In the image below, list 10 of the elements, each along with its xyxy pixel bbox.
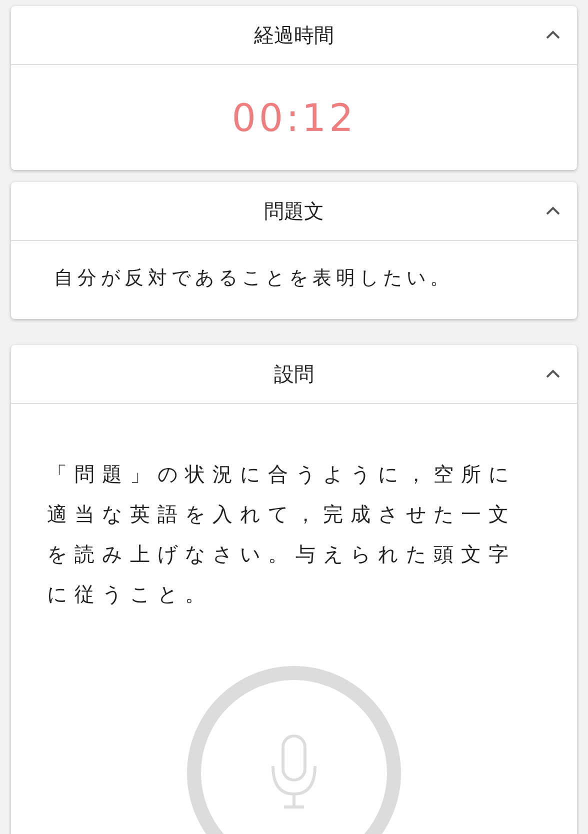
- chevron-up-icon: [545, 206, 561, 216]
- panel-title: 経過時間: [254, 22, 334, 48]
- panel-title: 問題文: [264, 198, 324, 224]
- elapsed-time: 00:12: [232, 96, 356, 140]
- chevron-up-icon: [545, 369, 561, 379]
- panel-title: 設問: [274, 360, 314, 388]
- problem-text: 自分が反対であることを表明したい。: [54, 266, 454, 291]
- question-text: 「問題」の状況に合うように，空所に適当な英語を入れて，完成させた一文を読み上げなさい。与えられた頭文字に従うこと。: [47, 461, 518, 608]
- chevron-up-icon: [545, 30, 561, 40]
- microphone-icon: [272, 734, 316, 808]
